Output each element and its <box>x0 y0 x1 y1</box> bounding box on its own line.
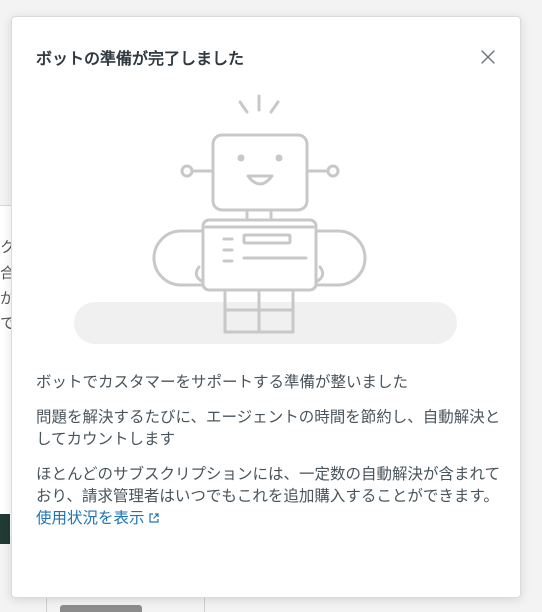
subscription-info: ほとんどのサブスクリプションには、一定数の自動解決が含まれており、請求管理者はい… <box>36 465 501 505</box>
intro-text: ボットでカスタマーをサポートする準備が整いました <box>36 373 409 391</box>
subscription-text: ほとんどのサブスクリプションには、一定数の自動解決が含まれており、請求管理者はい… <box>36 463 506 529</box>
external-link-icon <box>148 513 159 523</box>
close-icon <box>481 50 495 64</box>
view-usage-label: 使用状況を表示 <box>36 509 145 527</box>
background-button <box>60 605 142 612</box>
robot-illustration <box>74 94 457 344</box>
description-text: 問題を解決するたびに、エージェントの時間を節約し、自動解決としてカウントします <box>36 408 501 448</box>
modal-title: ボットの準備が完了しました <box>36 49 245 68</box>
view-usage-link[interactable]: 使用状況を表示 <box>36 509 160 527</box>
bot-ready-modal: ボットの準備が完了しました ボットでカスタマーをサポートする準備が整いました 問… <box>11 16 521 598</box>
background-block <box>0 514 10 544</box>
close-button[interactable] <box>474 43 502 71</box>
